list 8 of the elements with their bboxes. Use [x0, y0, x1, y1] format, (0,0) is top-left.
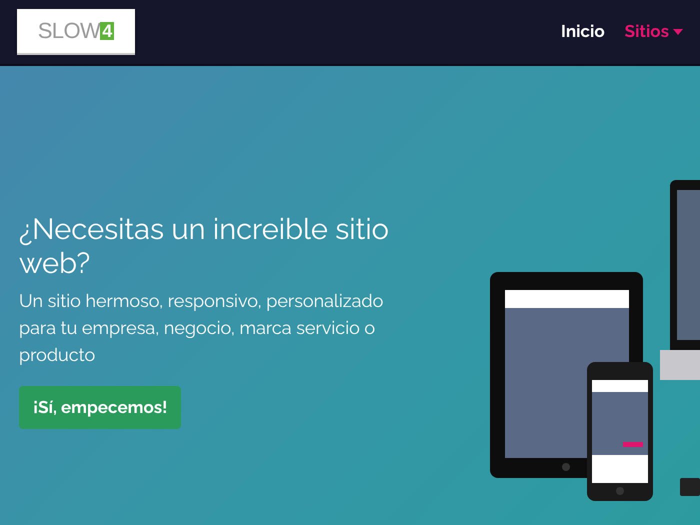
nav-link[interactable]: Sitios — [624, 19, 683, 45]
start-button[interactable]: ¡Sí, empecemos! — [19, 386, 182, 429]
logo-mark: 4 — [100, 22, 114, 40]
nav-link[interactable]: Inicio — [560, 19, 605, 45]
logo[interactable]: SLOW4 — [17, 9, 135, 55]
hero-title: ¿Necesitas un increible sitio web? — [19, 212, 390, 280]
logo-text: SLOW — [38, 20, 100, 42]
hero-subtitle: Un sitio hermoso, responsivo, personalizado para tu empresa, negocio, marca servicio o producto — [19, 290, 384, 368]
